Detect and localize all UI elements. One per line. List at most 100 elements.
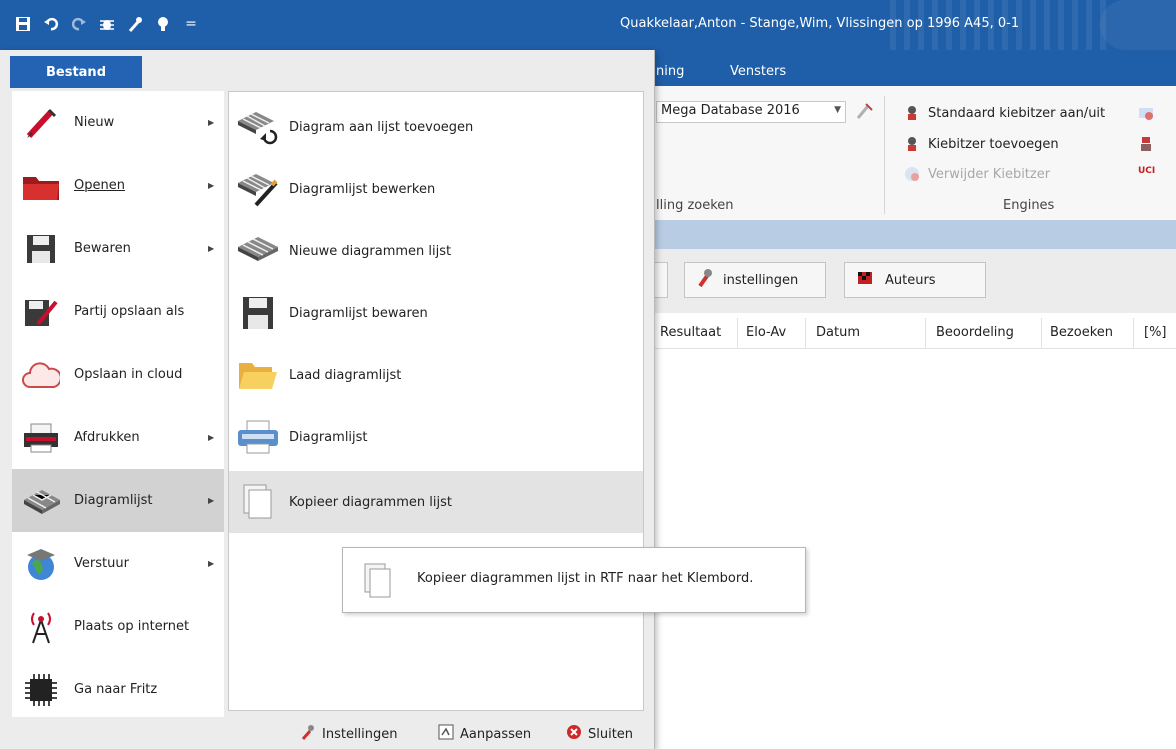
menu-item-plaats-op-internet[interactable]: Plaats op internet — [12, 595, 224, 658]
kibitzer-add-icon — [904, 136, 920, 152]
broom-icon[interactable] — [854, 101, 874, 121]
menu-item-ga-naar-fritz[interactable]: Ga naar Fritz — [12, 658, 224, 721]
menu-item-partij-opslaan-als[interactable]: Partij opslaan als — [12, 280, 224, 343]
column-divider[interactable] — [1041, 318, 1042, 348]
menu-item-bewaren[interactable]: Bewaren ▶ — [12, 217, 224, 280]
remove-kibitzer-button[interactable]: Verwijder Kiebitzer — [904, 166, 1050, 182]
column-datum[interactable]: Datum — [816, 325, 860, 340]
chessboard-edit-icon — [235, 169, 281, 209]
authors-button-label: Auteurs — [885, 272, 936, 288]
chevron-right-icon: ▶ — [208, 433, 215, 442]
chip-icon — [22, 672, 60, 708]
authors-button[interactable]: Auteurs — [844, 262, 986, 298]
footer-close-label: Sluiten — [588, 726, 634, 742]
column-resultaat[interactable]: Resultaat — [660, 325, 721, 340]
menu-item-label: Diagramlijst — [74, 493, 153, 508]
window-title: Quakkelaar,Anton - Stange,Wim, Vlissinge… — [620, 16, 1020, 31]
redo-icon[interactable] — [70, 15, 88, 33]
column-bezoeken[interactable]: Bezoeken — [1050, 325, 1113, 340]
submenu-item-label: Diagramlijst — [289, 429, 368, 445]
column-divider[interactable] — [805, 318, 806, 348]
tooltip: Kopieer diagrammen lijst in RTF naar het… — [342, 547, 806, 613]
save-as-icon — [22, 294, 60, 330]
tab-vensters[interactable]: Vensters — [730, 64, 786, 79]
menu-item-diagramlijst[interactable]: Diagramlijst ▶ — [12, 469, 224, 532]
chevron-right-icon: ▶ — [208, 244, 215, 253]
column-beoordeling[interactable]: Beoordeling — [936, 325, 1014, 340]
submenu-item-new-diagram-list[interactable]: Nieuwe diagrammen lijst — [229, 220, 643, 282]
chevron-down-icon: ▼ — [834, 105, 841, 115]
customize-icon — [438, 724, 454, 744]
settings-button-label: instellingen — [723, 272, 799, 288]
footer-settings-label: Instellingen — [322, 726, 398, 742]
standard-kibitzer-label: Standaard kiebitzer aan/uit — [928, 105, 1106, 121]
submenu-item-print-diagram-list[interactable]: Diagramlijst — [229, 406, 643, 468]
group-separator — [884, 96, 885, 214]
menu-item-afdrukken[interactable]: Afdrukken ▶ — [12, 406, 224, 469]
diagram-list-submenu: Diagram aan lijst toevoegen Diagramlijst… — [228, 91, 644, 711]
menu-item-opslaan-in-cloud[interactable]: Opslaan in cloud — [12, 343, 224, 406]
submenu-item-add-diagram[interactable]: Diagram aan lijst toevoegen — [229, 96, 643, 158]
column-divider[interactable] — [925, 318, 926, 348]
chevron-right-icon: ▶ — [208, 559, 215, 568]
customize-qat-icon[interactable]: = — [182, 15, 200, 33]
kibitzer-settings-icon[interactable] — [1138, 105, 1154, 121]
add-kibitzer-button[interactable]: Kiebitzer toevoegen — [904, 136, 1059, 152]
file-menu-list: Nieuw ▶ Openen ▶ Bewaren ▶ Partij opslaa… — [12, 91, 224, 717]
column-divider[interactable] — [737, 318, 738, 348]
submenu-item-label: Diagramlijst bewaren — [289, 305, 428, 321]
menu-item-label: Partij opslaan als — [74, 304, 185, 319]
save-icon[interactable] — [14, 15, 32, 33]
column-elo-av[interactable]: Elo-Av — [746, 325, 786, 340]
kibitzer-remove-icon — [904, 166, 920, 182]
lightbulb-icon[interactable] — [154, 15, 172, 33]
close-icon — [566, 724, 582, 744]
antenna-icon — [22, 609, 60, 645]
title-decoration-right — [1100, 0, 1176, 50]
column-percent[interactable]: [%] — [1144, 325, 1167, 340]
undo-icon[interactable] — [42, 15, 60, 33]
pencil-icon — [22, 105, 60, 141]
bug-icon[interactable] — [98, 15, 116, 33]
column-divider[interactable] — [1133, 318, 1134, 348]
menu-item-label: Openen — [74, 178, 125, 193]
footer-customize-label: Aanpassen — [460, 726, 532, 742]
menu-item-nieuw[interactable]: Nieuw ▶ — [12, 91, 224, 154]
quick-access-toolbar: = — [14, 10, 200, 38]
settings-button[interactable]: instellingen — [684, 262, 826, 298]
menu-item-label: Nieuw — [74, 115, 115, 130]
standard-kibitzer-toggle[interactable]: Standaard kiebitzer aan/uit — [904, 105, 1105, 121]
footer-settings-button[interactable]: Instellingen — [300, 724, 398, 744]
submenu-item-save-diagram-list[interactable]: Diagramlijst bewaren — [229, 282, 643, 344]
menu-item-openen[interactable]: Openen ▶ — [12, 154, 224, 217]
printer-icon — [235, 417, 281, 457]
database-combo-value: Mega Database 2016 — [661, 103, 800, 118]
database-combo[interactable]: Mega Database 2016 ▼ — [656, 101, 846, 123]
submenu-item-copy-diagram-list[interactable]: Kopieer diagrammen lijst — [229, 471, 643, 533]
add-kibitzer-label: Kiebitzer toevoegen — [928, 136, 1059, 152]
submenu-item-label: Nieuwe diagrammen lijst — [289, 243, 452, 259]
remove-kibitzer-label: Verwijder Kiebitzer — [928, 166, 1051, 182]
submenu-item-edit-diagram-list[interactable]: Diagramlijst bewerken — [229, 158, 643, 220]
menu-item-label: Afdrukken — [74, 430, 140, 445]
menu-item-label: Verstuur — [74, 556, 129, 571]
kibitzer-icon — [904, 105, 920, 121]
chessboard-icon — [22, 483, 60, 519]
wrench-icon[interactable] — [126, 15, 144, 33]
folder-icon — [22, 168, 60, 204]
globe-icon — [22, 546, 60, 582]
menu-item-label: Ga naar Fritz — [74, 682, 158, 697]
footer-close-button[interactable]: Sluiten — [566, 724, 633, 744]
floppy-icon — [235, 293, 281, 333]
submenu-item-label: Diagram aan lijst toevoegen — [289, 119, 474, 135]
engine-icon[interactable] — [1138, 136, 1154, 152]
file-menu-footer: Instellingen Aanpassen Sluiten — [0, 717, 654, 749]
submenu-item-load-diagram-list[interactable]: Laad diagramlijst — [229, 344, 643, 406]
floppy-icon — [22, 231, 60, 267]
file-tab[interactable]: Bestand — [10, 56, 142, 88]
menu-item-verstuur[interactable]: Verstuur ▶ — [12, 532, 224, 595]
footer-customize-button[interactable]: Aanpassen — [438, 724, 531, 744]
uci-icon[interactable]: UCI — [1138, 166, 1155, 182]
title-bar: = Quakkelaar,Anton - Stange,Wim, Vlissin… — [0, 0, 1176, 50]
tab-ning[interactable]: ning — [656, 64, 684, 79]
